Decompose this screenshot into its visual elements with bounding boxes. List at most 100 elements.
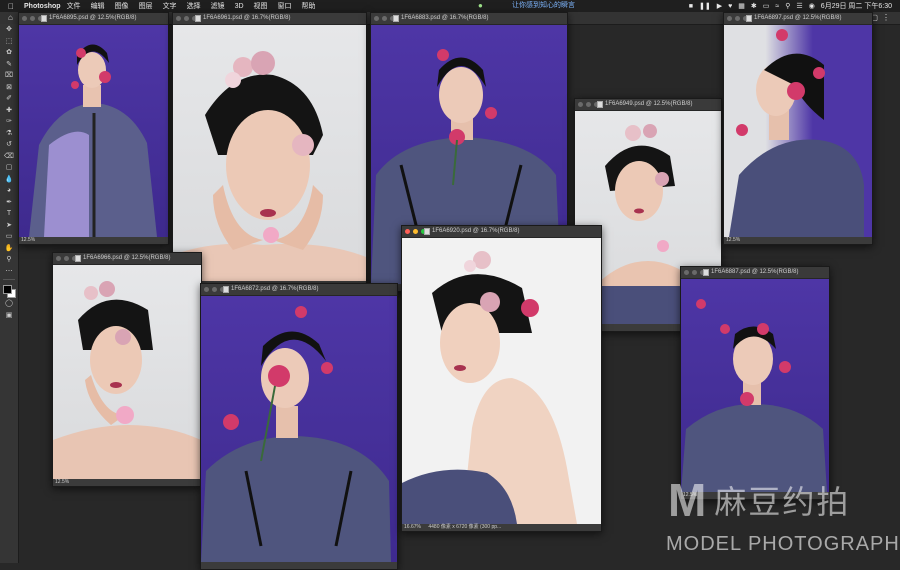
menu-edit[interactable]: 编辑	[91, 1, 105, 11]
psd-file-icon	[703, 269, 709, 276]
window-titlebar[interactable]: 1F6A6872.psd @ 16.7%(RGB/8)	[201, 284, 397, 296]
gradient-tool-icon[interactable]: ▢	[2, 162, 16, 174]
search-icon[interactable]: ⚲	[785, 2, 790, 10]
window-controls[interactable]	[374, 16, 395, 21]
crop-tool-icon[interactable]: ⌧	[2, 70, 16, 82]
document-size-info[interactable]: 4480 像素 x 6720 像素 (300 pp...	[428, 524, 501, 530]
zoom-level[interactable]: 12.5%	[726, 237, 740, 244]
lasso-tool-icon[interactable]: ✿	[2, 47, 16, 59]
photo-canvas[interactable]	[724, 25, 872, 237]
photo-canvas[interactable]	[19, 25, 168, 237]
menu-select[interactable]: 选择	[187, 1, 201, 11]
more-tools-icon[interactable]: ⋯	[2, 266, 16, 278]
window-controls[interactable]	[405, 229, 426, 234]
window-titlebar[interactable]: 1F6A6920.psd @ 16.7%(RGB/8)	[402, 226, 601, 238]
window-controls[interactable]	[578, 102, 599, 107]
document-window[interactable]: 1F6A6897.psd @ 12.5%(RGB/8) 12.5%	[723, 12, 873, 245]
color-swatches[interactable]	[2, 284, 16, 298]
rectangle-tool-icon[interactable]: ▭	[2, 231, 16, 243]
healing-tool-icon[interactable]: ✚	[2, 105, 16, 117]
document-window-active[interactable]: 1F6A6920.psd @ 16.7%(RGB/8) 16.67% 4480 …	[401, 225, 602, 532]
control-center-icon[interactable]: ☰	[796, 2, 802, 10]
apple-icon[interactable]: 	[6, 2, 16, 11]
zoom-level[interactable]: 12.5%	[21, 237, 35, 244]
brush-tool-icon[interactable]: ✑	[2, 116, 16, 128]
pause-icon[interactable]: ❚❚	[699, 2, 711, 10]
window-titlebar[interactable]: 1F6A6883.psd @ 16.7%(RGB/8)	[371, 13, 567, 25]
window-titlebar[interactable]: 1F6A6966.psd @ 12.5%(RGB/8)	[53, 253, 201, 265]
zoom-tool-icon[interactable]: ⚲	[2, 254, 16, 266]
window-controls[interactable]	[176, 16, 197, 21]
document-title: 1F6A6887.psd @ 12.5%(RGB/8)	[711, 269, 799, 275]
stamp-tool-icon[interactable]: ⚗	[2, 128, 16, 140]
eyedropper-tool-icon[interactable]: ✐	[2, 93, 16, 105]
quick-mask-icon[interactable]: ◯	[2, 298, 16, 310]
menu-window[interactable]: 窗口	[278, 1, 292, 11]
wechat-icon[interactable]: ●	[478, 1, 490, 11]
foreground-color-swatch[interactable]	[3, 285, 12, 294]
zoom-level[interactable]: 12.5%	[55, 479, 69, 486]
clock[interactable]: 6月29日 周二 下午6:30	[821, 1, 892, 11]
bluetooth-icon[interactable]: ✱	[751, 2, 757, 10]
home-icon[interactable]: ⌂	[8, 12, 13, 24]
menu-filter[interactable]: 滤镜	[211, 1, 225, 11]
hand-tool-icon[interactable]: ✋	[2, 243, 16, 255]
divider	[3, 279, 15, 280]
path-select-tool-icon[interactable]: ➤	[2, 220, 16, 232]
heart-icon[interactable]: ♥	[728, 3, 732, 10]
photo-canvas[interactable]	[681, 279, 829, 492]
status-tip[interactable]: 让你感到知心的瞬言	[512, 0, 575, 12]
pen-tool-icon[interactable]: ✒	[2, 197, 16, 209]
window-controls[interactable]	[727, 16, 748, 21]
menu-file[interactable]: 文件	[67, 1, 81, 11]
photo-canvas[interactable]	[173, 25, 366, 281]
grid-icon[interactable]: ▦	[738, 2, 745, 10]
watermark-logo: M 麻豆约拍	[668, 474, 850, 526]
document-window[interactable]: 1F6A6961.psd @ 16.7%(RGB/8)	[172, 12, 367, 289]
menu-3d[interactable]: 3D	[235, 3, 244, 10]
eraser-tool-icon[interactable]: ⌫	[2, 151, 16, 163]
photo-canvas[interactable]	[402, 238, 601, 524]
move-tool-icon[interactable]: ✥	[2, 24, 16, 36]
document-window[interactable]: 1F6A6966.psd @ 12.5%(RGB/8) 12.5%	[52, 252, 202, 487]
menu-help[interactable]: 帮助	[302, 1, 316, 11]
stop-icon[interactable]: ■	[689, 3, 693, 10]
menu-layer[interactable]: 图层	[139, 1, 153, 11]
marquee-tool-icon[interactable]: ⬚	[2, 36, 16, 48]
battery-icon[interactable]: ▭	[763, 2, 770, 10]
document-title: 1F6A6949.psd @ 12.5%(RGB/8)	[605, 101, 693, 107]
portrait-photo	[402, 251, 577, 524]
workspace-icons[interactable]: ▢⋮	[870, 12, 894, 24]
window-controls[interactable]	[204, 287, 225, 292]
window-titlebar[interactable]: 1F6A6897.psd @ 12.5%(RGB/8)	[724, 13, 872, 25]
document-window[interactable]: 1F6A6887.psd @ 12.5%(RGB/8) 12.5%	[680, 266, 830, 500]
zoom-level[interactable]: 16.67%	[404, 524, 421, 530]
wifi-icon[interactable]: ≈	[775, 3, 779, 10]
menu-image[interactable]: 图像	[115, 1, 129, 11]
window-titlebar[interactable]: 1F6A6887.psd @ 12.5%(RGB/8)	[681, 267, 829, 279]
document-window[interactable]: 1F6A6872.psd @ 16.7%(RGB/8)	[200, 283, 398, 570]
siri-icon[interactable]: ◉	[809, 2, 815, 10]
menu-type[interactable]: 文字	[163, 1, 177, 11]
photo-canvas[interactable]	[53, 265, 201, 479]
quick-select-tool-icon[interactable]: ✎	[2, 59, 16, 71]
app-menu[interactable]: Photoshop	[24, 3, 61, 10]
screen-mode-icon[interactable]: ▣	[2, 310, 16, 322]
play-icon[interactable]: ▶	[717, 2, 722, 10]
window-titlebar[interactable]: 1F6A6949.psd @ 12.5%(RGB/8)	[575, 99, 721, 111]
history-brush-tool-icon[interactable]: ↺	[2, 139, 16, 151]
photo-canvas[interactable]	[201, 296, 397, 562]
watermark-logo-letter: M	[668, 474, 707, 526]
frame-tool-icon[interactable]: ⊠	[2, 82, 16, 94]
menu-view[interactable]: 视图	[254, 1, 268, 11]
blur-tool-icon[interactable]: 💧	[2, 174, 16, 186]
window-titlebar[interactable]: 1F6A6961.psd @ 16.7%(RGB/8)	[173, 13, 366, 25]
dodge-tool-icon[interactable]: ◕	[2, 185, 16, 197]
window-titlebar[interactable]: 1F6A6895.psd @ 12.5%(RGB/8)	[19, 13, 168, 25]
type-tool-icon[interactable]: T	[2, 208, 16, 220]
document-window[interactable]: 1F6A6895.psd @ 12.5%(RGB/8) 12.5%	[18, 12, 169, 245]
window-controls[interactable]	[22, 16, 43, 21]
portrait-photo	[29, 44, 157, 237]
window-controls[interactable]	[684, 270, 705, 275]
window-controls[interactable]	[56, 256, 77, 261]
